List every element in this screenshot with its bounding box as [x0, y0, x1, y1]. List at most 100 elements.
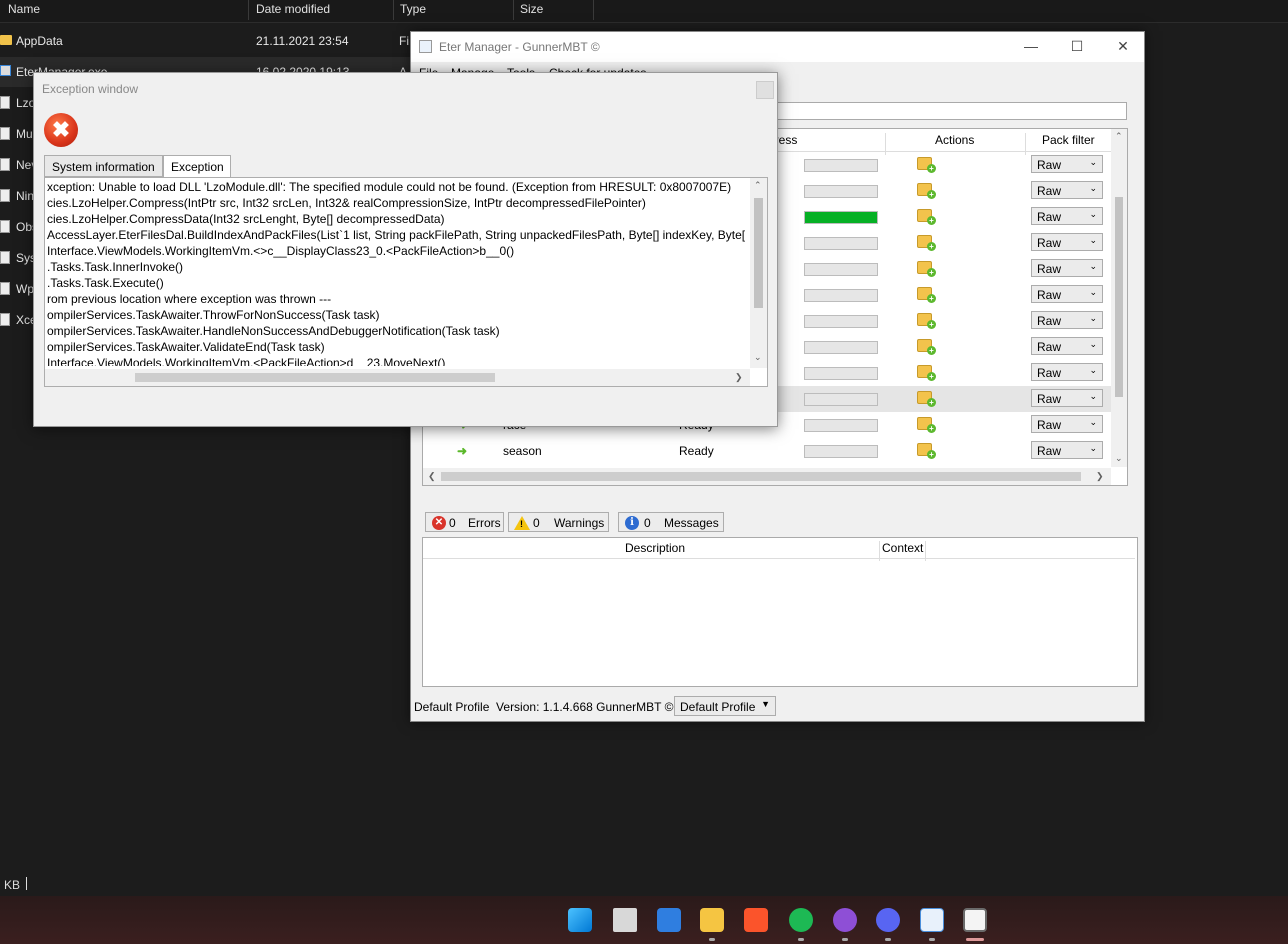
pack-filter-select[interactable]: Raw ⌄ [1031, 285, 1103, 303]
pack-action-icon[interactable]: + [917, 417, 936, 433]
pack-action-icon[interactable]: + [917, 391, 936, 407]
pack-filter-select[interactable]: Raw ⌄ [1031, 441, 1103, 459]
column-size[interactable]: Size [520, 2, 543, 16]
file-explorer-icon[interactable] [700, 908, 724, 932]
column-separator [593, 0, 594, 20]
scroll-right-icon[interactable]: ❯ [735, 372, 743, 383]
pack-filter-select[interactable]: Raw ⌄ [1031, 181, 1103, 199]
maximize-icon[interactable]: ☐ [1067, 38, 1087, 54]
exception-window: Exception window ✖ System information Ex… [33, 72, 778, 427]
messages-button[interactable]: i 0 Messages [618, 512, 724, 532]
pack-filter-select[interactable]: Raw ⌄ [1031, 389, 1103, 407]
pack-filter-select[interactable]: Raw ⌄ [1031, 207, 1103, 225]
pack-action-icon[interactable]: + [917, 261, 936, 277]
pack-filter-select[interactable]: Raw ⌄ [1031, 259, 1103, 277]
scroll-thumb[interactable] [441, 472, 1081, 481]
column-date-modified[interactable]: Date modified [256, 2, 330, 16]
folder-icon [0, 35, 12, 45]
header-context[interactable]: Context [882, 541, 923, 555]
close-icon[interactable]: ✕ [1113, 38, 1133, 54]
windows-start-icon[interactable] [568, 908, 592, 932]
pack-action-icon[interactable]: + [917, 365, 936, 381]
pack-filter-select[interactable]: Raw ⌄ [1031, 415, 1103, 433]
messages-header: Description Context [423, 538, 1135, 561]
horizontal-scrollbar[interactable]: ❮ ❯ [423, 468, 1111, 485]
horizontal-scrollbar[interactable]: ❯ [45, 369, 750, 386]
pack-filter-value: Raw [1037, 262, 1062, 276]
pack-filter-select[interactable]: Raw ⌄ [1031, 311, 1103, 329]
profile-select-value: Default Profile [680, 700, 756, 714]
exception-line: ompilerServices.TaskAwaiter.ThrowForNonS… [47, 308, 380, 322]
scroll-down-icon[interactable]: ⌄ [754, 352, 762, 363]
column-separator [393, 0, 394, 20]
spotify-icon[interactable] [789, 908, 813, 932]
pack-action-icon[interactable]: + [917, 339, 936, 355]
warnings-button[interactable]: ! 0 Warnings [508, 512, 609, 532]
chevron-down-icon: ⌄ [1089, 443, 1097, 453]
pack-action-icon[interactable]: + [917, 287, 936, 303]
column-name[interactable]: Name [8, 2, 40, 16]
messages-label: Messages [664, 516, 719, 530]
pack-progress-bar [804, 419, 878, 432]
scroll-thumb[interactable] [754, 198, 763, 308]
minimize-icon[interactable]: — [1021, 38, 1041, 54]
github-desktop-icon[interactable] [833, 908, 857, 932]
pack-filter-select[interactable]: Raw ⌄ [1031, 337, 1103, 355]
close-icon[interactable] [756, 81, 774, 99]
explorer-status-size: KB [4, 878, 21, 892]
file-date: 21.11.2021 23:54 [256, 34, 349, 48]
pack-row[interactable]: ➜ season Ready + Raw ⌄ [423, 438, 1111, 464]
warnings-count: 0 [533, 516, 540, 530]
pack-filter-select[interactable]: Raw ⌄ [1031, 155, 1103, 173]
pack-action-icon[interactable]: + [917, 313, 936, 329]
scroll-thumb[interactable] [1115, 197, 1123, 397]
pack-filter-select[interactable]: Raw ⌄ [1031, 363, 1103, 381]
tab-label: System information [52, 160, 155, 174]
messages-grid: Description Context [422, 537, 1138, 687]
scroll-right-icon[interactable]: ❯ [1096, 471, 1104, 482]
header-actions[interactable]: Actions [935, 133, 974, 147]
plus-icon: + [927, 190, 936, 199]
exception-line: ompilerServices.TaskAwaiter.HandleNonSuc… [47, 324, 500, 338]
footer-version: Version: 1.1.4.668 GunnerMBT © [496, 700, 674, 714]
brave-browser-icon[interactable] [744, 908, 768, 932]
discord-icon[interactable] [876, 908, 900, 932]
filter-input[interactable] [775, 102, 1127, 120]
pack-progress-bar [804, 315, 878, 328]
chevron-down-icon: ⌄ [1089, 365, 1097, 375]
app-icon [419, 40, 432, 53]
explorer-row-appdata[interactable]: AppData 21.11.2021 23:54 Fi [0, 26, 420, 56]
scroll-down-icon[interactable]: ⌄ [1115, 453, 1123, 464]
pack-action-icon[interactable]: + [917, 209, 936, 225]
column-separator [513, 0, 514, 20]
profile-select[interactable]: Default Profile ▼ [674, 696, 776, 716]
scroll-left-icon[interactable]: ❮ [428, 471, 436, 482]
tab-exception[interactable]: Exception [163, 155, 231, 178]
exception-line: .Tasks.Task.Execute() [47, 276, 164, 290]
vertical-scrollbar[interactable]: ⌃ ⌄ [1111, 129, 1127, 467]
errors-button[interactable]: ✕ 0 Errors [425, 512, 504, 532]
column-type[interactable]: Type [400, 2, 426, 16]
scroll-up-icon[interactable]: ⌃ [754, 180, 762, 191]
task-view-icon[interactable] [613, 908, 637, 932]
scroll-thumb[interactable] [135, 373, 495, 382]
pack-filter-select[interactable]: Raw ⌄ [1031, 233, 1103, 251]
file-name: Wp [16, 282, 34, 296]
eter-manager-taskbar-icon[interactable] [920, 908, 944, 932]
tab-system-information[interactable]: System information [44, 155, 163, 177]
pack-action-icon[interactable]: + [917, 443, 936, 459]
header-pack-filter[interactable]: Pack filter [1042, 133, 1095, 147]
pack-action-icon[interactable]: + [917, 235, 936, 251]
widgets-icon[interactable] [657, 908, 681, 932]
chevron-down-icon: ⌄ [1089, 313, 1097, 323]
exception-text-area[interactable]: xception: Unable to load DLL 'LzoModule.… [44, 177, 768, 387]
eter-title-bar[interactable]: Eter Manager - GunnerMBT © — ☐ ✕ [411, 32, 1144, 62]
exception-lines: xception: Unable to load DLL 'LzoModule.… [45, 180, 745, 366]
pack-action-icon[interactable]: + [917, 183, 936, 199]
scroll-up-icon[interactable]: ⌃ [1115, 131, 1123, 142]
snipping-tool-icon[interactable] [963, 908, 987, 932]
header-description[interactable]: Description [625, 541, 685, 555]
pack-action-icon[interactable]: + [917, 157, 936, 173]
pack-progress-bar [804, 263, 878, 276]
vertical-scrollbar[interactable]: ⌃ ⌄ [750, 178, 767, 368]
